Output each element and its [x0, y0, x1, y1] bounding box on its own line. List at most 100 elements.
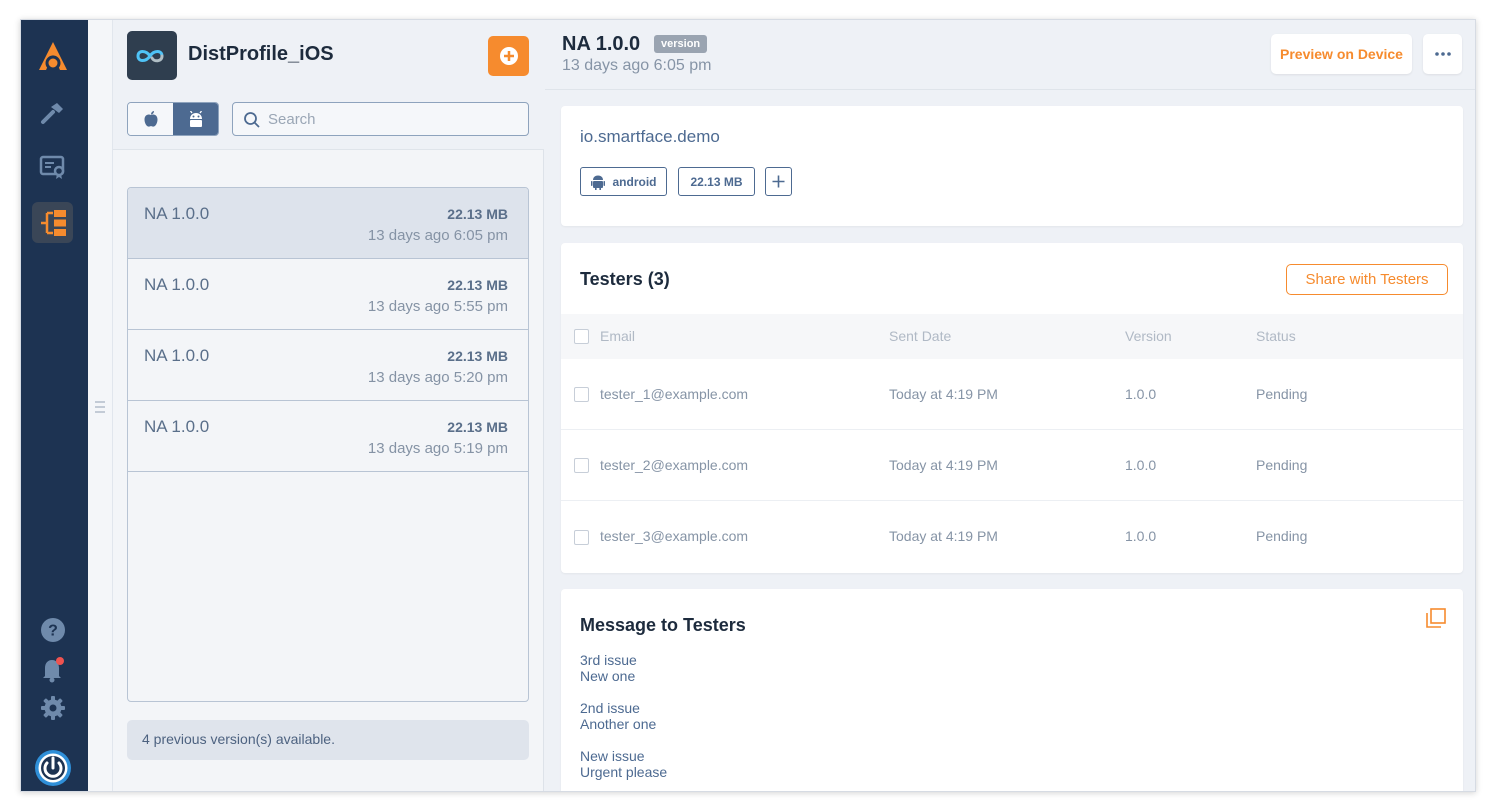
platform-chip-label: android	[612, 174, 657, 189]
select-all-checkbox[interactable]	[574, 329, 589, 344]
tester-email: tester_1@example.com	[600, 386, 749, 402]
tester-email: tester_2@example.com	[600, 457, 749, 473]
search-box	[232, 102, 529, 136]
share-with-testers-button[interactable]: Share with Testers	[1286, 264, 1448, 295]
version-name: NA 1.0.0	[144, 204, 210, 223]
version-list: NA 1.0.0 22.13 MB 13 days ago 6:05 pm NA…	[127, 187, 529, 702]
message-block: New issue Urgent please	[580, 748, 667, 780]
package-id: io.smartface.demo	[580, 127, 720, 146]
plus-icon	[772, 175, 785, 188]
package-card: io.smartface.demo android 22.13 MB	[561, 106, 1463, 226]
message-line: Another one	[580, 716, 657, 732]
version-size: 22.13 MB	[447, 419, 508, 435]
message-line: New one	[580, 668, 636, 684]
tester-status: Pending	[1256, 528, 1308, 544]
preview-on-device-button[interactable]: Preview on Device	[1271, 34, 1412, 74]
help-icon[interactable]: ?	[32, 609, 73, 650]
version-date: 13 days ago 5:55 pm	[367, 298, 508, 315]
row-checkbox[interactable]	[574, 387, 589, 402]
detail-header: NA 1.0.0 version 13 days ago 6:05 pm Pre…	[545, 20, 1475, 90]
add-version-button[interactable]	[488, 36, 529, 76]
tester-email: tester_3@example.com	[600, 528, 749, 544]
message-line: 3rd issue	[580, 652, 637, 668]
drag-handle-icon[interactable]	[95, 401, 105, 416]
android-filter-button[interactable]	[173, 103, 218, 135]
appcircle-logo-icon[interactable]	[32, 36, 73, 77]
detail-subtitle: 13 days ago 6:05 pm	[562, 57, 712, 74]
version-date: 13 days ago 6:05 pm	[367, 227, 508, 244]
notification-bell-icon[interactable]	[32, 648, 73, 689]
search-icon	[244, 112, 260, 128]
tester-version: 1.0.0	[1125, 528, 1157, 544]
android-icon	[590, 175, 605, 190]
copy-icon[interactable]	[1426, 608, 1446, 633]
message-line: 2nd issue	[580, 700, 640, 716]
column-header-version[interactable]: Version	[1125, 328, 1172, 344]
app-title: DistProfile_iOS	[188, 43, 334, 65]
platform-toggle	[127, 102, 219, 136]
row-checkbox[interactable]	[574, 530, 589, 545]
more-dots-icon	[1434, 52, 1451, 56]
column-header-email[interactable]: Email	[600, 328, 635, 344]
version-detail: NA 1.0.0 version 13 days ago 6:05 pm Pre…	[545, 20, 1475, 791]
message-card: Message to Testers 3rd issue New one 2nd …	[561, 589, 1463, 791]
version-name: NA 1.0.0	[144, 417, 210, 436]
app-logo-icon	[127, 31, 177, 80]
plus-circle-icon	[499, 47, 518, 65]
search-input[interactable]	[268, 103, 518, 135]
tester-sent-date: Today at 4:19 PM	[889, 457, 998, 473]
add-tag-button[interactable]	[765, 167, 792, 196]
version-list-panel: DistProfile_iOS Search NA 1.0.0 22.13 MB…	[113, 20, 544, 791]
power-icon[interactable]	[32, 747, 73, 788]
tester-sent-date: Today at 4:19 PM	[889, 528, 998, 544]
signing-certificate-icon[interactable]	[32, 146, 73, 187]
version-name: NA 1.0.0	[144, 346, 210, 365]
message-block: 2nd issue Another one	[580, 700, 667, 732]
message-body: 3rd issue New one 2nd issue Another one Ne…	[580, 652, 667, 791]
message-block: 3rd issue New one	[580, 652, 667, 684]
size-chip: 22.13 MB	[678, 167, 755, 196]
message-line: New issue	[580, 748, 645, 764]
table-row[interactable]: tester_2@example.com Today at 4:19 PM 1.…	[561, 430, 1463, 501]
testers-card: Testers (3) Share with Testers Email Sen…	[561, 243, 1463, 573]
testers-table-header: Email Sent Date Version Status	[561, 314, 1463, 359]
ios-filter-button[interactable]	[128, 103, 173, 135]
tester-status: Pending	[1256, 457, 1308, 473]
testers-heading: Testers (3)	[580, 269, 670, 289]
version-size: 22.13 MB	[447, 348, 508, 364]
version-date: 13 days ago 5:19 pm	[367, 440, 508, 457]
settings-gear-icon[interactable]	[32, 687, 73, 728]
version-row[interactable]: NA 1.0.0 22.13 MB 13 days ago 5:20 pm	[128, 330, 528, 401]
message-line: Urgent please	[580, 764, 668, 780]
app-window: ? DistProfile_iOS Search NA 1.0.0 22.13 …	[20, 19, 1476, 792]
svg-text:?: ?	[48, 622, 58, 639]
tester-version: 1.0.0	[1125, 457, 1157, 473]
previous-versions-notice[interactable]: 4 previous version(s) available.	[127, 720, 529, 760]
version-size: 22.13 MB	[447, 206, 508, 222]
list-header: DistProfile_iOS	[113, 20, 544, 150]
apple-icon	[144, 111, 157, 127]
column-header-sent-date[interactable]: Sent Date	[889, 328, 951, 344]
nav-rail: ?	[21, 20, 88, 791]
distribution-icon[interactable]	[32, 202, 73, 243]
table-row[interactable]: tester_3@example.com Today at 4:19 PM 1.…	[561, 501, 1463, 572]
table-row[interactable]: tester_1@example.com Today at 4:19 PM 1.…	[561, 359, 1463, 430]
panel-resize-strip[interactable]	[88, 20, 113, 791]
android-icon	[189, 111, 202, 127]
tester-version: 1.0.0	[1125, 386, 1157, 402]
more-options-button[interactable]	[1423, 34, 1462, 74]
version-row[interactable]: NA 1.0.0 22.13 MB 13 days ago 5:55 pm	[128, 259, 528, 330]
row-checkbox[interactable]	[574, 458, 589, 473]
message-heading: Message to Testers	[580, 615, 746, 635]
tester-sent-date: Today at 4:19 PM	[889, 386, 998, 402]
version-size: 22.13 MB	[447, 277, 508, 293]
build-hammer-icon[interactable]	[32, 92, 73, 133]
column-header-status[interactable]: Status	[1256, 328, 1296, 344]
version-badge: version	[654, 35, 708, 53]
detail-title: NA 1.0.0	[562, 33, 641, 55]
version-row[interactable]: NA 1.0.0 22.13 MB 13 days ago 6:05 pm	[128, 188, 528, 259]
version-row[interactable]: NA 1.0.0 22.13 MB 13 days ago 5:19 pm	[128, 401, 528, 472]
platform-chip: android	[580, 167, 667, 196]
tester-status: Pending	[1256, 386, 1308, 402]
version-name: NA 1.0.0	[144, 275, 210, 294]
